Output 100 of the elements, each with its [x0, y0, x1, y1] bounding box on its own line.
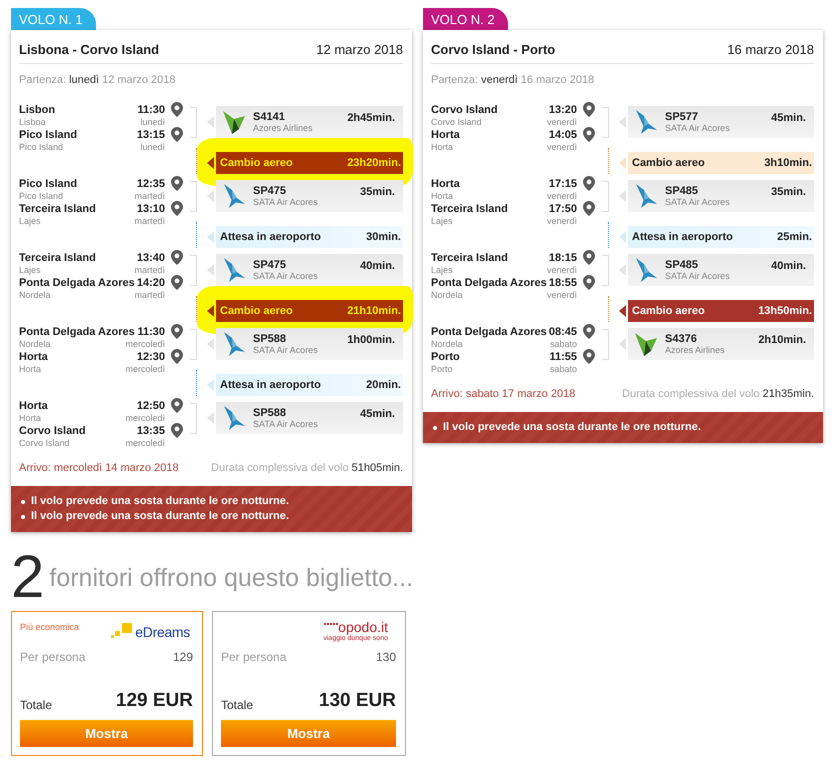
stop-name: Horta: [431, 178, 460, 191]
stop-day: venerdì: [546, 265, 577, 275]
pin-icon: [171, 201, 183, 216]
airline-name: SATA Air Acores: [253, 418, 319, 430]
connector-line: [196, 370, 197, 396]
connector-line: [608, 222, 609, 248]
total-label: Totale: [221, 697, 254, 713]
offers-heading: fornitori offrono questo biglietto...: [49, 563, 414, 593]
stop-time: 12:30: [136, 351, 165, 364]
stop-name: Horta: [19, 400, 48, 413]
squares-icon: [111, 623, 134, 639]
departure-label: Partenza:: [19, 73, 66, 87]
connection-label: Attesa in aeroporto: [220, 378, 321, 392]
stop-city: Lajes: [19, 265, 41, 275]
notice-text: Il volo prevede una sosta durante le ore notturne.: [31, 494, 289, 509]
show-button[interactable]: Mostra: [221, 720, 396, 747]
per-person-label: Per persona: [221, 649, 286, 665]
arrival-date: Arrivo: sabato 17 marzo 2018: [431, 388, 576, 401]
stop-city: Horta: [19, 413, 42, 423]
pin-icon: [583, 324, 595, 339]
connection-duration: 13h50min.: [758, 304, 812, 318]
stop-day: venerdì: [546, 117, 577, 127]
flight-number: SP588: [253, 332, 288, 344]
stop-day: venerdì: [546, 216, 577, 226]
connection-duration: 30min.: [366, 230, 401, 244]
stop-name: Pico Island: [19, 178, 78, 191]
connection-duration: 21h10min.: [347, 304, 401, 318]
stop-city: Lajes: [19, 216, 41, 226]
stop-city: Nordela: [431, 290, 463, 300]
total-price: 129 EUR: [116, 689, 193, 713]
flight-number: SP588: [253, 406, 288, 418]
total-duration: 21h35min.: [762, 388, 814, 401]
airline-name: SATA Air Acores: [665, 270, 731, 282]
pin-icon: [171, 102, 183, 117]
stop-name: Horta: [431, 129, 460, 142]
flight-number: SP475: [253, 258, 288, 270]
stop-city: Lajes: [431, 265, 453, 275]
stop-day: mercoledì: [125, 339, 165, 349]
stop-day: martedì: [134, 216, 165, 226]
flight-duration: 45min.: [771, 112, 806, 125]
pin-icon: [171, 398, 183, 413]
pin-icon: [583, 275, 595, 290]
flight-date: 12 marzo 2018: [316, 42, 403, 58]
stop-time: 13:15: [136, 129, 165, 142]
pin-icon: [583, 102, 595, 117]
flight-label: VOLO N. 1: [11, 8, 96, 30]
stop-day: venerdì: [546, 290, 577, 300]
stop-name: Pico Island: [19, 129, 78, 142]
stop-time: 13:10: [136, 203, 165, 216]
bullet-icon: [21, 514, 25, 518]
stop-time: 18:15: [548, 252, 577, 265]
stop-time: 13:40: [136, 252, 165, 265]
flight-duration: 35min.: [360, 186, 395, 199]
connector-line: [196, 296, 197, 322]
pin-icon: [583, 201, 595, 216]
airline-name: SATA Air Acores: [253, 196, 319, 208]
airline-name: Azores Airlines: [253, 122, 314, 134]
stop-name: Ponta Delgada Azores: [431, 277, 547, 290]
provider-count: 2: [11, 547, 44, 607]
pin-icon: [583, 127, 595, 142]
route-title: Corvo Island - Porto: [431, 42, 556, 58]
stop-day: sabato: [550, 364, 577, 374]
stop-name: Terceira Island: [19, 252, 96, 265]
flight-number: SP577: [665, 110, 700, 122]
airline-name: SATA Air Acores: [253, 344, 319, 356]
notice-text: Il volo prevede una sosta durante le ore notturne.: [31, 509, 289, 524]
cheapest-label: Più economica: [20, 621, 80, 633]
bracket-line: [190, 255, 197, 286]
flight-number: SP475: [253, 184, 288, 196]
stop-time: 14:20: [136, 277, 165, 290]
bracket-line: [602, 181, 609, 212]
per-person-price: 129: [172, 649, 193, 665]
stop-day: venerdì: [546, 191, 577, 201]
stop-name: Horta: [19, 351, 48, 364]
flight-number: SP485: [665, 184, 700, 196]
duration-label: Durata complessiva del volo: [622, 388, 760, 401]
notice-text: Il volo prevede una sosta durante le ore notturne.: [443, 420, 701, 435]
per-person-label: Per persona: [20, 649, 86, 665]
stop-day: mercoledì: [125, 364, 165, 374]
airline-name: SATA Air Acores: [665, 196, 731, 208]
connection-label: Cambio aereo: [220, 156, 293, 170]
bracket-line: [190, 403, 197, 434]
stop-city: Porto: [431, 364, 453, 374]
stop-city: Nordela: [19, 339, 51, 349]
stop-name: Corvo Island: [19, 425, 86, 438]
connection-label: Cambio aereo: [220, 304, 293, 318]
stop-day: martedì: [134, 265, 165, 275]
stop-day: martedì: [134, 290, 165, 300]
departure-date: 16 marzo 2018: [520, 73, 594, 87]
route-title: Lisbona - Corvo Island: [19, 42, 160, 58]
connector-line: [608, 148, 609, 174]
airline-name: SATA Air Acores: [253, 270, 319, 282]
stop-day: martedì: [134, 191, 165, 201]
connection-duration: 3h10min.: [764, 156, 812, 170]
stop-time: 12:50: [136, 400, 165, 413]
flight-label: VOLO N. 2: [423, 8, 508, 30]
departure-label: Partenza:: [431, 73, 478, 87]
departure-day: venerdì: [481, 73, 518, 87]
show-button[interactable]: Mostra: [20, 720, 193, 747]
pin-icon: [583, 349, 595, 364]
